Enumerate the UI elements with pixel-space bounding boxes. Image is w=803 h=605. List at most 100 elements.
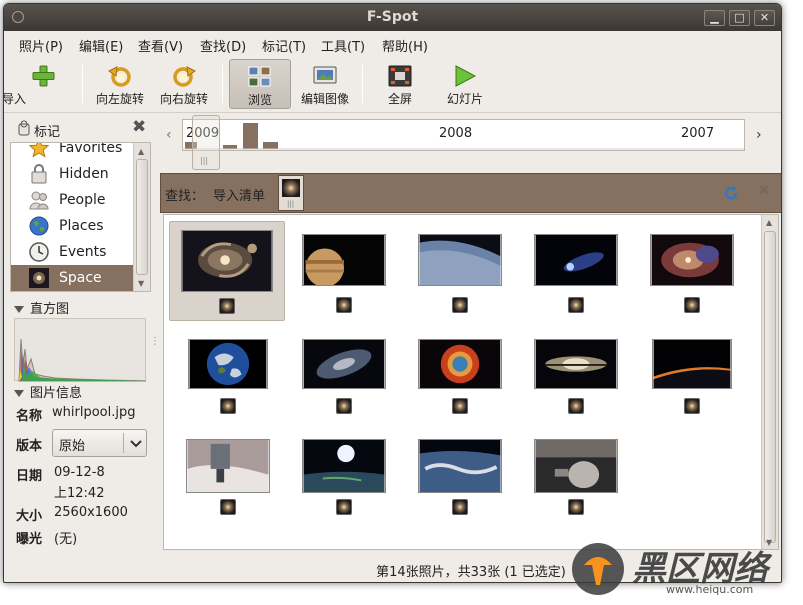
toolbar-separator bbox=[362, 65, 363, 103]
timeline-slider[interactable]: ||| bbox=[192, 115, 220, 170]
find-tag-chip[interactable]: ||| bbox=[278, 175, 304, 211]
photo-thumbnail[interactable] bbox=[286, 221, 402, 321]
close-tags-icon[interactable]: ✖ bbox=[132, 117, 146, 137]
edit-image-button[interactable]: 编辑图像 bbox=[294, 59, 356, 109]
photo-thumbnail[interactable] bbox=[169, 221, 285, 321]
watermark-logo-icon bbox=[572, 543, 624, 595]
rotate-right-button[interactable]: 向右旋转 bbox=[154, 59, 214, 109]
find-bar: 查找： 导入清单 ||| ✖ bbox=[160, 173, 781, 213]
fullscreen-label: 全屏 bbox=[387, 92, 412, 106]
slideshow-button[interactable]: 幻灯片 bbox=[434, 59, 496, 109]
close-button[interactable]: ✕ bbox=[754, 10, 775, 26]
plus-icon bbox=[32, 65, 55, 87]
timeline-left-arrow-icon[interactable]: ‹ bbox=[166, 127, 172, 143]
histogram bbox=[14, 318, 147, 382]
gallery-scrollbar[interactable]: ▲ ▼ bbox=[761, 215, 778, 549]
rotate-right-label: 向右旋转 bbox=[159, 92, 208, 106]
browse-grid-icon bbox=[248, 66, 271, 87]
date-value: 09-12-8 bbox=[54, 465, 105, 480]
menu-find[interactable]: 查找(D) bbox=[200, 36, 246, 55]
version-key: 版本 bbox=[16, 439, 43, 454]
tag-item-favorites[interactable]: Favorites bbox=[11, 143, 133, 161]
photo-thumbnail[interactable] bbox=[634, 221, 750, 321]
gallery-scroll-thumb[interactable] bbox=[764, 231, 776, 543]
menu-tags[interactable]: 标记(T) bbox=[262, 36, 306, 55]
timeline[interactable]: 2009 2008 2007 bbox=[182, 119, 745, 151]
galaxy-tag-icon bbox=[568, 398, 584, 414]
timeline-right-arrow-icon[interactable]: › bbox=[756, 127, 762, 143]
rotate-left-icon bbox=[108, 66, 131, 87]
chevron-down-icon bbox=[130, 440, 142, 448]
photo-info-expander[interactable]: 图片信息 bbox=[14, 382, 82, 401]
name-value: whirlpool.jpg bbox=[52, 405, 136, 420]
sunrise-over-earth-image bbox=[652, 339, 732, 389]
photo-thumbnail[interactable] bbox=[170, 326, 286, 426]
photo-thumbnail[interactable] bbox=[634, 326, 750, 426]
version-value: 原始 bbox=[59, 439, 86, 454]
titlebar: F-Spot ▁ □ ✕ bbox=[4, 4, 781, 31]
histogram-expander[interactable]: 直方图 bbox=[14, 298, 69, 317]
menu-tools[interactable]: 工具(T) bbox=[321, 36, 365, 55]
histogram-label: 直方图 bbox=[30, 302, 70, 317]
refresh-icon[interactable] bbox=[723, 185, 739, 201]
tag-item-places[interactable]: Places bbox=[11, 213, 133, 239]
photo-thumbnail[interactable] bbox=[286, 429, 402, 529]
slideshow-label: 幻灯片 bbox=[446, 92, 483, 106]
blue-marble-image bbox=[188, 339, 268, 389]
rotate-left-label: 向左旋转 bbox=[95, 92, 144, 106]
photo-thumbnail[interactable] bbox=[170, 429, 286, 529]
tag-item-space[interactable]: Space bbox=[11, 265, 133, 291]
clear-find-icon[interactable]: ✖ bbox=[758, 183, 770, 199]
tags-header: 标记 ✖ bbox=[4, 114, 157, 142]
combo-separator bbox=[123, 433, 124, 453]
fspot-window: F-Spot ▁ □ ✕ 照片(P) 编辑(E) 查看(V) 查找(D) 标记(… bbox=[3, 3, 782, 583]
scroll-down-icon[interactable]: ▼ bbox=[138, 279, 144, 288]
date-key: 日期 bbox=[16, 469, 43, 484]
space-station-image bbox=[186, 439, 270, 493]
menu-view[interactable]: 查看(V) bbox=[138, 36, 183, 55]
browse-button[interactable]: 浏览 bbox=[229, 59, 291, 109]
tag-item-events[interactable]: Events bbox=[11, 239, 133, 265]
exposure-value: (无) bbox=[54, 532, 78, 547]
photo-thumbnail[interactable] bbox=[402, 429, 518, 529]
minimize-button[interactable]: ▁ bbox=[704, 10, 725, 26]
galaxy-tag-icon bbox=[336, 297, 352, 313]
lock-icon bbox=[31, 164, 47, 184]
galaxy-tag-icon bbox=[452, 499, 468, 515]
photo-thumbnail[interactable] bbox=[402, 221, 518, 321]
photo-thumbnail[interactable] bbox=[402, 326, 518, 426]
galaxy-tag-icon bbox=[568, 499, 584, 515]
expander-icon bbox=[14, 306, 24, 313]
import-button[interactable]: 导入 bbox=[4, 59, 76, 109]
photo-thumbnail[interactable] bbox=[286, 326, 402, 426]
tag-label: People bbox=[59, 192, 106, 208]
scroll-up-icon[interactable]: ▲ bbox=[766, 218, 772, 227]
photo-thumbnail[interactable] bbox=[518, 429, 634, 529]
tag-item-people[interactable]: People bbox=[11, 187, 133, 213]
time-value: 上12:42 bbox=[54, 486, 105, 501]
menu-edit[interactable]: 编辑(E) bbox=[79, 36, 123, 55]
tag-list-scrollbar[interactable]: ▲ ▼ bbox=[133, 143, 150, 291]
panel-resize-handle[interactable]: ⋮ bbox=[150, 336, 160, 347]
menu-photo[interactable]: 照片(P) bbox=[19, 36, 63, 55]
galaxy-tag-icon bbox=[219, 298, 235, 314]
tag-label: Space bbox=[59, 270, 102, 286]
photo-thumbnail[interactable] bbox=[518, 221, 634, 321]
spiral-galaxy-image bbox=[302, 339, 386, 389]
tag-label: Hidden bbox=[59, 166, 109, 182]
slider-grip-icon: ||| bbox=[200, 156, 209, 165]
globe-icon bbox=[29, 216, 49, 236]
scroll-thumb[interactable] bbox=[136, 159, 148, 275]
fullscreen-button[interactable]: 全屏 bbox=[369, 59, 431, 109]
name-key: 名称 bbox=[16, 409, 43, 424]
galaxy-tag-icon bbox=[336, 398, 352, 414]
tag-item-hidden[interactable]: Hidden bbox=[11, 161, 133, 187]
version-combo[interactable]: 原始 bbox=[52, 429, 147, 457]
maximize-button[interactable]: □ bbox=[729, 10, 750, 26]
timeline-year-2007: 2007 bbox=[681, 126, 715, 141]
play-icon bbox=[455, 65, 477, 87]
menu-help[interactable]: 帮助(H) bbox=[382, 36, 428, 55]
scroll-up-icon[interactable]: ▲ bbox=[138, 147, 144, 156]
photo-thumbnail[interactable] bbox=[518, 326, 634, 426]
rotate-left-button[interactable]: 向左旋转 bbox=[89, 59, 151, 109]
